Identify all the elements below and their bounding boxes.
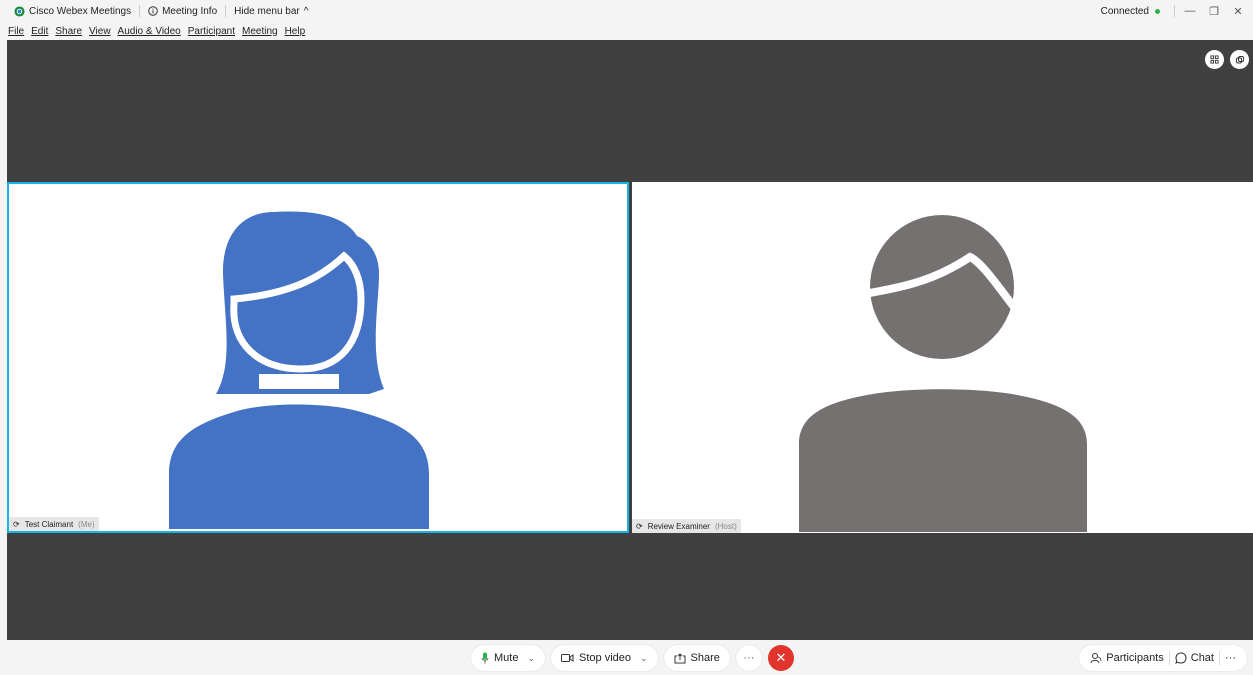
close-window-button[interactable]: ✕ <box>1229 2 1247 20</box>
connection-status: Connected <box>1100 5 1149 17</box>
video-tile-self[interactable]: ⟳ Test Claimant (Me) <box>7 182 629 533</box>
participant-name: Test Claimant <box>24 519 74 529</box>
host-indicator-icon: ⟳ <box>636 521 643 531</box>
webex-logo-icon <box>14 5 25 17</box>
minimize-button[interactable]: — <box>1181 2 1199 20</box>
participant-name: Review Examiner <box>647 521 710 531</box>
layout-button[interactable] <box>1230 50 1249 69</box>
connection-status-dot <box>1155 8 1160 14</box>
share-button[interactable]: Share <box>663 645 730 671</box>
video-camera-icon <box>561 654 574 662</box>
participant-role: (Host) <box>714 521 737 531</box>
chevron-up-icon: ^ <box>303 5 309 17</box>
end-meeting-button[interactable]: ✕ <box>767 645 794 671</box>
more-panels-button[interactable]: ··· <box>1220 645 1241 671</box>
menu-share[interactable]: Share <box>55 26 82 37</box>
menu-view[interactable]: View <box>89 26 111 37</box>
participant-role: (Me) <box>78 519 95 529</box>
chat-label: Chat <box>1190 652 1214 664</box>
more-options-button[interactable]: ··· <box>735 645 762 671</box>
menu-bar: File Edit Share View Audio & Video Parti… <box>0 22 1253 40</box>
participants-icon <box>1090 653 1102 664</box>
share-label: Share <box>690 652 720 664</box>
grid-icon <box>1210 55 1219 64</box>
control-bar: Mute ⌄ Stop video ⌄ Share ··· ✕ Particip… <box>0 640 1253 675</box>
mute-button[interactable]: Mute ⌄ <box>471 645 546 671</box>
audio-status-icon: ⟳ <box>13 519 20 529</box>
title-bar: Cisco Webex Meetings Meeting Info Hide m… <box>0 0 1253 22</box>
hide-menu-bar-label: Hide menu bar <box>234 5 300 17</box>
video-tile-host[interactable]: ⟳ Review Examiner (Host) <box>632 182 1253 533</box>
participants-button[interactable]: Participants <box>1085 645 1168 671</box>
female-avatar-icon <box>169 211 429 529</box>
app-title: Cisco Webex Meetings <box>6 0 139 22</box>
microphone-icon <box>481 652 489 664</box>
divider <box>1174 5 1175 17</box>
mute-label: Mute <box>494 652 519 664</box>
participants-label: Participants <box>1106 652 1164 664</box>
participant-name-tag: ⟳ Review Examiner (Host) <box>632 519 741 533</box>
link-icon <box>1235 55 1244 63</box>
menu-edit[interactable]: Edit <box>31 26 48 37</box>
participant-name-tag: ⟳ Test Claimant (Me) <box>9 517 99 531</box>
hide-menu-bar-button[interactable]: Hide menu bar ^ <box>226 0 316 22</box>
chat-icon <box>1174 652 1187 664</box>
meeting-info-label: Meeting Info <box>162 5 218 17</box>
menu-participant[interactable]: Participant <box>188 26 235 37</box>
stop-video-label: Stop video <box>579 652 631 664</box>
stop-video-button[interactable]: Stop video ⌄ <box>551 645 658 671</box>
menu-audio-video[interactable]: Audio & Video <box>118 26 181 37</box>
male-avatar-icon <box>799 215 1087 532</box>
chat-button[interactable]: Chat <box>1170 645 1219 671</box>
chevron-down-icon[interactable]: ⌄ <box>527 653 535 664</box>
grid-view-button[interactable] <box>1205 50 1224 69</box>
menu-meeting[interactable]: Meeting <box>242 26 278 37</box>
panel-controls: Participants Chat ··· <box>1079 645 1247 671</box>
chevron-down-icon[interactable]: ⌄ <box>640 653 648 664</box>
more-icon: ··· <box>743 652 755 664</box>
meeting-info-button[interactable]: Meeting Info <box>140 0 225 22</box>
share-icon <box>674 652 686 663</box>
close-icon: ✕ <box>775 650 787 665</box>
video-stage: ⟳ Test Claimant (Me) ⟳ Review Examiner (… <box>7 40 1253 640</box>
menu-help[interactable]: Help <box>285 26 306 37</box>
menu-file[interactable]: File <box>8 26 24 37</box>
app-name: Cisco Webex Meetings <box>29 5 132 17</box>
more-icon: ··· <box>1225 652 1236 664</box>
restore-button[interactable]: ❐ <box>1205 2 1223 20</box>
info-icon <box>148 6 158 16</box>
